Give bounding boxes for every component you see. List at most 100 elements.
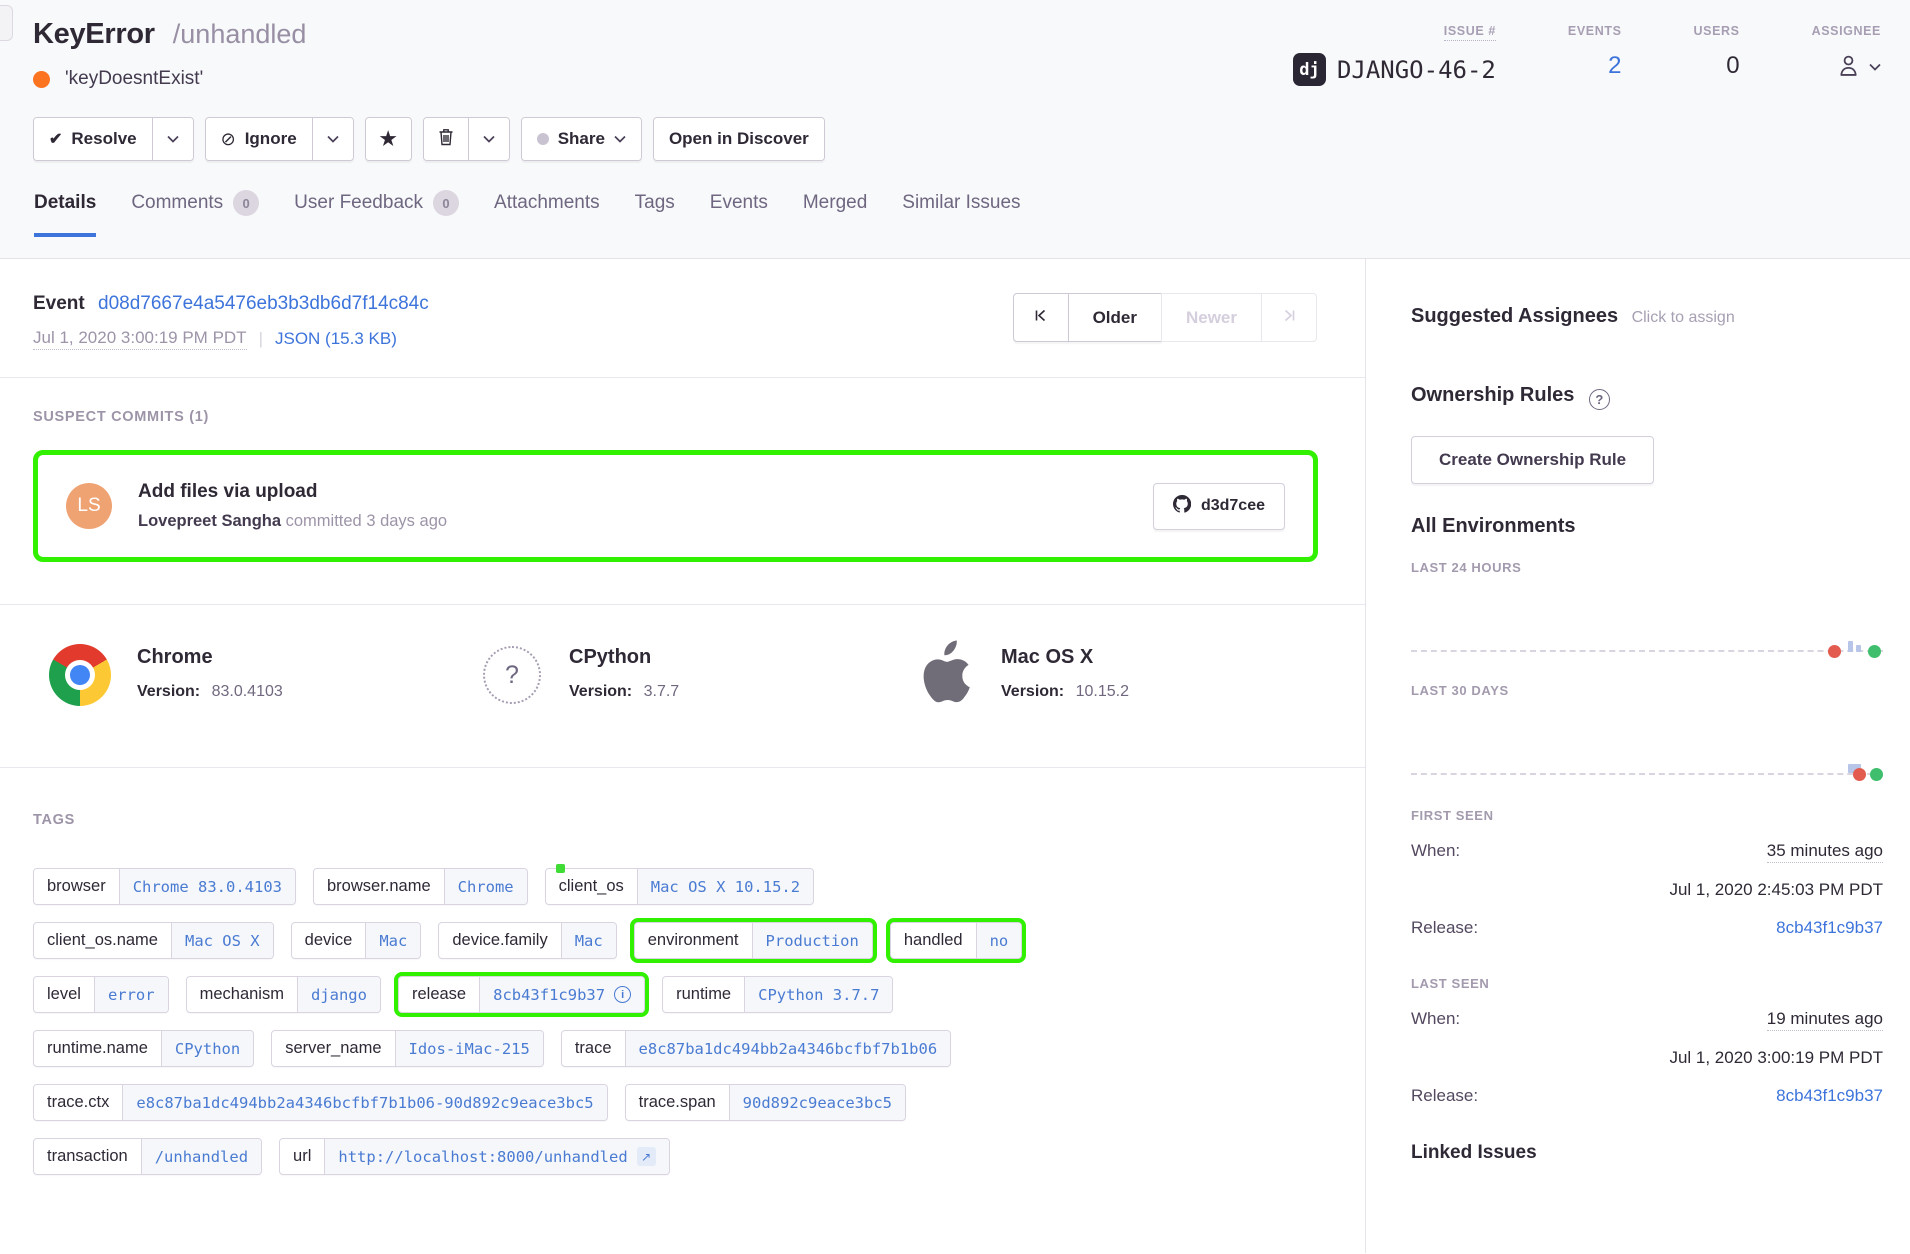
issue-sidebar: Suggested Assignees Click to assign Owne… (1366, 259, 1910, 1253)
tag-value-link[interactable]: Mac (575, 932, 603, 950)
context-runtime: ? CPython Version: 3.7.7 (480, 643, 912, 707)
create-ownership-rule-button[interactable]: Create Ownership Rule (1411, 436, 1654, 484)
tab-events[interactable]: Events (710, 190, 768, 237)
tag-value-link[interactable]: /unhandled (155, 1148, 248, 1166)
oldest-event-button[interactable] (1013, 293, 1069, 342)
tag-value-link[interactable]: CPython 3.7.7 (758, 986, 879, 1004)
tab-attachments[interactable]: Attachments (494, 190, 600, 237)
event-id-link[interactable]: d08d7667e4a5476eb3b3db6d7f14c84c (98, 293, 429, 314)
tab-label: User Feedback (294, 192, 423, 214)
suggested-assignees-title: Suggested Assignees (1411, 305, 1618, 327)
delete-button[interactable] (424, 118, 468, 160)
tag-value-link[interactable]: Mac OS X (185, 932, 260, 950)
ignore-dropdown-button[interactable] (312, 118, 353, 160)
tag-value-link[interactable]: 90d892c9eace3bc5 (743, 1094, 892, 1112)
chevron-down-icon (327, 135, 339, 143)
share-button[interactable]: Share (522, 118, 641, 160)
commit-sha-button[interactable]: d3d7cee (1153, 483, 1285, 530)
last-seen-relative-time: 19 minutes ago (1767, 1009, 1883, 1031)
older-event-button[interactable]: Older (1068, 293, 1162, 342)
tag-key: browser.name (314, 869, 445, 904)
last-seen-date: Jul 1, 2020 3:00:19 PM PDT (1411, 1048, 1883, 1068)
raw-json-link[interactable]: JSON (15.3 KB) (275, 329, 397, 349)
tag-key: trace.ctx (34, 1085, 123, 1120)
apple-icon (916, 640, 972, 711)
trash-icon (438, 128, 454, 151)
ignore-button[interactable]: ⊘ Ignore (206, 118, 312, 160)
tag-value-link[interactable]: Mac OS X 10.15.2 (651, 878, 800, 896)
resolve-button[interactable]: ✔ Resolve (34, 118, 152, 160)
tab-label: Merged (803, 192, 867, 214)
tag-key: browser (34, 869, 120, 904)
open-in-discover-button[interactable]: Open in Discover (654, 118, 824, 160)
ignore-button-group: ⊘ Ignore (205, 117, 354, 161)
tag-value-link[interactable]: no (990, 932, 1009, 950)
tab-tags[interactable]: Tags (635, 190, 675, 237)
tab-similar-issues[interactable]: Similar Issues (902, 190, 1020, 237)
tag-row: transaction /unhandled url http://localh… (33, 1138, 1317, 1175)
tag-row: runtime.name CPython server_name Idos-iM… (33, 1030, 1317, 1067)
tab-merged[interactable]: Merged (803, 190, 867, 237)
assignee-dropdown-button[interactable] (1835, 52, 1881, 82)
tag-value-link[interactable]: http://localhost:8000/unhandled (338, 1148, 627, 1166)
tag-row: level error mechanism django release 8cb… (33, 976, 1317, 1013)
event-contexts: Chrome Version: 83.0.4103 ? CPython Vers… (0, 604, 1365, 768)
tab-comments[interactable]: Comments 0 (131, 190, 259, 237)
first-seen-marker (1828, 645, 1841, 658)
newer-event-button[interactable]: Newer (1161, 293, 1262, 342)
tag-value-link[interactable]: Idos-iMac-215 (409, 1040, 530, 1058)
issue-short-id[interactable]: DJANGO-46-2 (1337, 56, 1496, 84)
chevron-down-icon (614, 135, 626, 143)
tag-url: url http://localhost:8000/unhandled ↗ (279, 1138, 670, 1175)
tag-value-link[interactable]: e8c87ba1dc494bb2a4346bcfbf7b1b06-90d892c… (136, 1094, 593, 1112)
bookmark-button-group: ★ (365, 117, 412, 161)
tag-key: release (399, 977, 480, 1012)
bookmark-star-button[interactable]: ★ (366, 118, 411, 160)
chrome-icon (49, 644, 111, 706)
external-link-icon[interactable]: ↗ (637, 1147, 656, 1166)
tag-value-link[interactable]: CPython (175, 1040, 240, 1058)
error-type: KeyError (33, 18, 155, 50)
tag-value-link[interactable]: django (311, 986, 367, 1004)
tag-key: device (292, 923, 367, 958)
github-icon (1173, 495, 1191, 518)
last-24-hours-label: LAST 24 HOURS (1411, 560, 1883, 575)
tag-value-link[interactable]: e8c87ba1dc494bb2a4346bcfbf7b1b06 (639, 1040, 938, 1058)
issue-tabs: Details Comments 0 User Feedback 0 Attac… (33, 190, 1881, 237)
all-environments-title: All Environments (1411, 515, 1883, 538)
unknown-runtime-icon: ? (483, 646, 541, 704)
tag-value-link[interactable]: Chrome (458, 878, 514, 896)
tab-label: Events (710, 192, 768, 214)
tag-value-link[interactable]: 8cb43f1c9b37 (493, 986, 605, 1004)
tag-value-link[interactable]: error (108, 986, 155, 1004)
context-os: Mac OS X Version: 10.15.2 (912, 643, 1344, 707)
info-icon[interactable]: i (614, 986, 631, 1003)
resolve-dropdown-button[interactable] (152, 118, 193, 160)
share-label: Share (558, 129, 605, 149)
issue-header: KeyError /unhandled 'keyDoesntExist' ISS… (0, 0, 1910, 259)
skip-to-latest-button[interactable] (1261, 293, 1317, 342)
tab-details[interactable]: Details (34, 190, 96, 237)
users-count[interactable]: 0 (1694, 52, 1740, 80)
tag-value-link[interactable]: Production (766, 932, 859, 950)
tags-heading: TAGS (33, 812, 1317, 828)
first-seen-relative-time: 35 minutes ago (1767, 841, 1883, 863)
version-value: 3.7.7 (644, 683, 680, 700)
last-seen-release-link[interactable]: 8cb43f1c9b37 (1776, 1086, 1883, 1106)
linked-issues-title: Linked Issues (1411, 1142, 1883, 1164)
author-avatar: LS (66, 483, 112, 529)
tag-value-link[interactable]: Chrome 83.0.4103 (133, 878, 282, 896)
version-label: Version: (569, 683, 632, 700)
tag-value-link[interactable]: Mac (379, 932, 407, 950)
issue-title-block: KeyError /unhandled 'keyDoesntExist' (33, 18, 306, 90)
help-question-icon[interactable]: ? (1589, 389, 1610, 410)
tag-trace-span: trace.span 90d892c9eace3bc5 (625, 1084, 906, 1121)
tab-user-feedback[interactable]: User Feedback 0 (294, 190, 459, 237)
delete-dropdown-button[interactable] (468, 118, 509, 160)
when-label: When: (1411, 841, 1460, 861)
events-count[interactable]: 2 (1568, 52, 1622, 80)
tag-server-name: server_name Idos-iMac-215 (271, 1030, 544, 1067)
tag-transaction: transaction /unhandled (33, 1138, 262, 1175)
tag-runtime-name: runtime.name CPython (33, 1030, 254, 1067)
first-seen-release-link[interactable]: 8cb43f1c9b37 (1776, 918, 1883, 938)
